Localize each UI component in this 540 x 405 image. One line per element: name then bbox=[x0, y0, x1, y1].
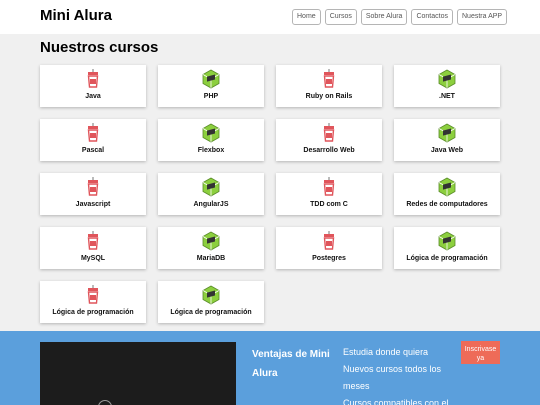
course-card[interactable]: PHP bbox=[158, 65, 264, 107]
video-player[interactable] bbox=[40, 342, 236, 405]
course-label: MariaDB bbox=[196, 255, 226, 262]
course-label: Java Web bbox=[430, 147, 464, 154]
cube-icon bbox=[438, 123, 456, 143]
benefit-item: Nuevos cursos todos los meses bbox=[343, 364, 442, 391]
jar-icon bbox=[84, 177, 102, 197]
cube-icon bbox=[438, 69, 456, 89]
course-card[interactable]: TDD com C bbox=[276, 173, 382, 215]
course-card[interactable]: Lógica de programación bbox=[394, 227, 500, 269]
course-card[interactable]: Desarrollo Web bbox=[276, 119, 382, 161]
benefit-item: Cursos compatibles con el bbox=[343, 398, 449, 405]
course-label: Ruby on Rails bbox=[305, 93, 353, 100]
jar-icon bbox=[320, 123, 338, 143]
course-card[interactable]: Lógica de programación bbox=[40, 281, 146, 323]
course-card[interactable]: MariaDB bbox=[158, 227, 264, 269]
course-card[interactable]: Java bbox=[40, 65, 146, 107]
nav-nuestra-app-link[interactable]: Nuestra APP bbox=[457, 9, 508, 25]
inscribirse-button[interactable]: Inscrivase ya bbox=[461, 341, 500, 364]
nav-sobre-alura-link[interactable]: Sobre Alura bbox=[360, 9, 408, 25]
course-card[interactable]: .NET bbox=[394, 65, 500, 107]
course-label: Javascript bbox=[75, 201, 111, 208]
jar-icon bbox=[84, 231, 102, 251]
nav-home-link[interactable]: Home bbox=[292, 9, 321, 25]
course-label: AngularJS bbox=[193, 201, 229, 208]
site-logo[interactable]: Mini Alura bbox=[40, 7, 112, 24]
cube-icon bbox=[202, 177, 220, 197]
cube-icon bbox=[202, 285, 220, 305]
course-grid: Java PHP Ruby on Rails .NET Pascal Flexb… bbox=[40, 65, 500, 323]
jar-icon bbox=[84, 285, 102, 305]
course-card[interactable]: AngularJS bbox=[158, 173, 264, 215]
main-nav: Home Cursos Sobre Alura Contactos Nuestr… bbox=[292, 9, 508, 25]
page-title: Nuestros cursos bbox=[40, 39, 159, 56]
course-label: Pascal bbox=[81, 147, 105, 154]
jar-icon bbox=[84, 69, 102, 89]
cube-icon bbox=[202, 69, 220, 89]
course-card[interactable]: Lógica de programación bbox=[158, 281, 264, 323]
course-card[interactable]: Javascript bbox=[40, 173, 146, 215]
nav-contactos-link[interactable]: Contactos bbox=[411, 9, 453, 25]
course-label: Desarrollo Web bbox=[303, 147, 355, 154]
course-card[interactable]: Pascal bbox=[40, 119, 146, 161]
course-label: .NET bbox=[439, 93, 455, 100]
nav-cursos-link[interactable]: Cursos bbox=[324, 9, 357, 25]
footer: Ventajas de Mini Alura Estudia donde qui… bbox=[0, 331, 540, 405]
course-label: TDD com C bbox=[310, 201, 348, 208]
course-label: PHP bbox=[203, 93, 219, 100]
course-label: Postegres bbox=[312, 255, 346, 262]
course-label: Java bbox=[85, 93, 101, 100]
course-card[interactable]: Java Web bbox=[394, 119, 500, 161]
header: Mini Alura Home Cursos Sobre Alura Conta… bbox=[0, 0, 540, 34]
course-card[interactable]: Postegres bbox=[276, 227, 382, 269]
cube-icon bbox=[202, 231, 220, 251]
benefit-item: Estudia donde quiera bbox=[343, 347, 429, 357]
cube-icon bbox=[438, 231, 456, 251]
course-card[interactable]: Flexbox bbox=[158, 119, 264, 161]
course-label: Redes de computadores bbox=[406, 201, 488, 208]
course-label: Flexbox bbox=[197, 147, 225, 154]
course-card[interactable]: Ruby on Rails bbox=[276, 65, 382, 107]
cube-icon bbox=[438, 177, 456, 197]
ventajas-title: Ventajas de Mini Alura bbox=[252, 349, 330, 379]
course-label: MySQL bbox=[80, 255, 106, 262]
course-label: Lógica de programación bbox=[52, 309, 134, 316]
jar-icon bbox=[320, 231, 338, 251]
cube-icon bbox=[202, 123, 220, 143]
jar-icon bbox=[320, 69, 338, 89]
course-label: Lógica de programación bbox=[170, 309, 252, 316]
benefits-list: Estudia donde quiera Nuevos cursos todos… bbox=[343, 344, 455, 405]
play-icon[interactable] bbox=[98, 400, 112, 405]
jar-icon bbox=[320, 177, 338, 197]
course-card[interactable]: Redes de computadores bbox=[394, 173, 500, 215]
jar-icon bbox=[84, 123, 102, 143]
course-card[interactable]: MySQL bbox=[40, 227, 146, 269]
course-label: Lógica de programación bbox=[406, 255, 488, 262]
